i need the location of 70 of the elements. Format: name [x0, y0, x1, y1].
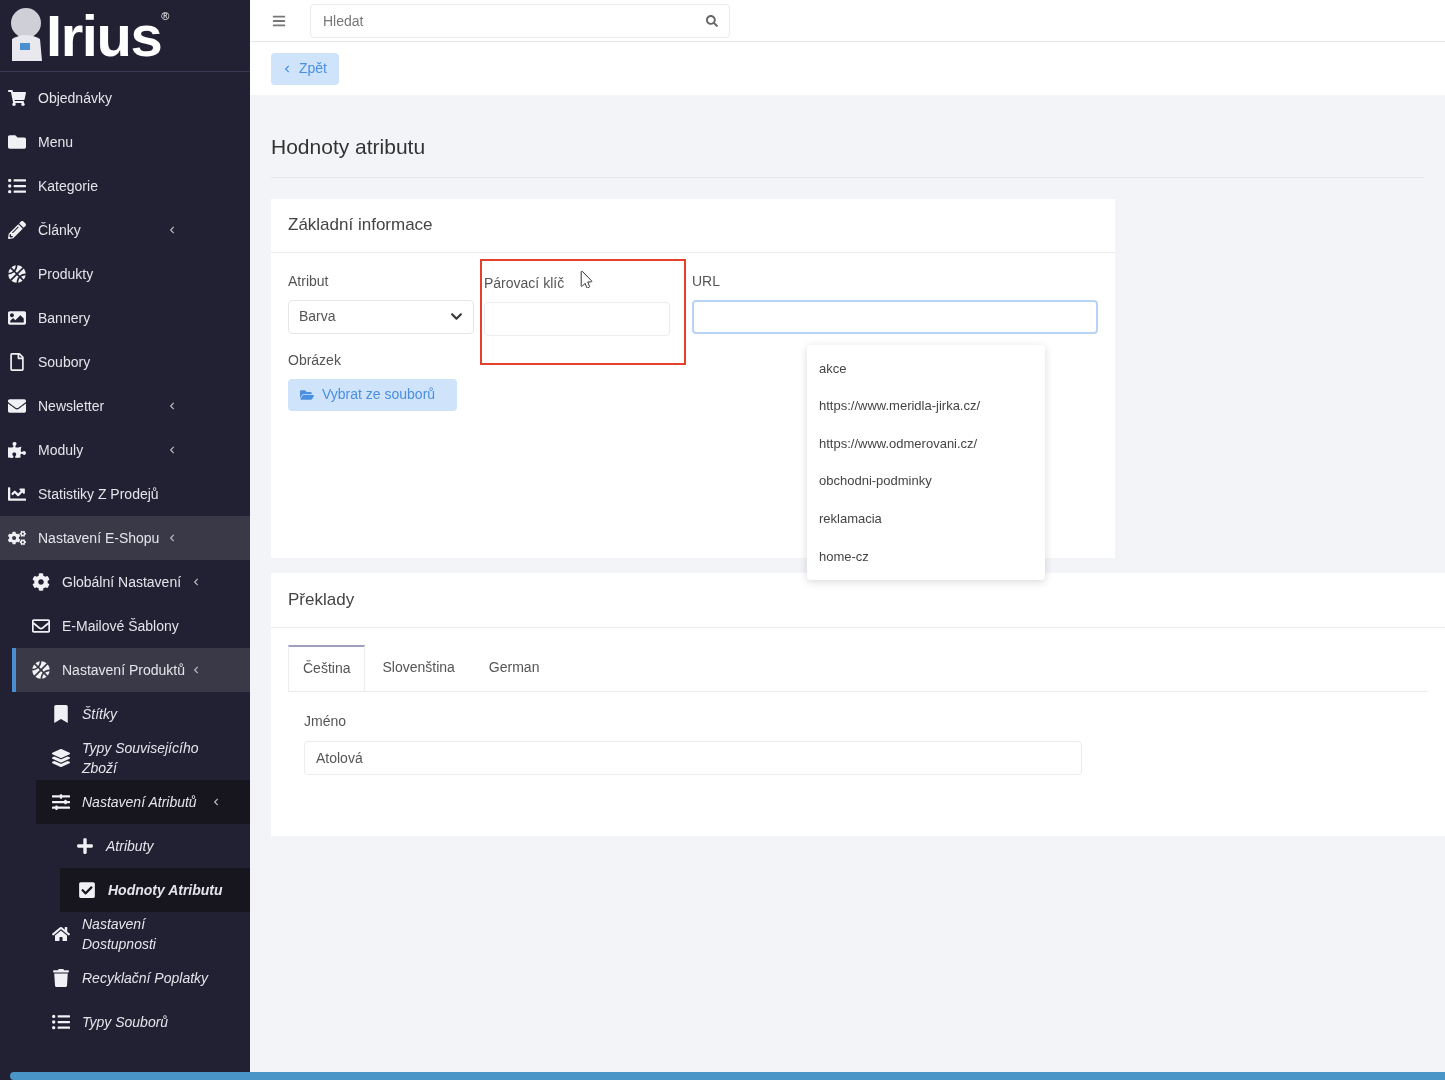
suggestion-item[interactable]: https://www.odmerovani.cz/: [807, 424, 1045, 463]
list-icon: [52, 1013, 70, 1031]
sidebar-item[interactable]: Soubory: [0, 340, 250, 384]
envelope-icon: [32, 617, 50, 635]
logo[interactable]: Irius®: [0, 0, 250, 72]
sidebar-item[interactable]: Typy Souborů: [0, 1000, 250, 1044]
envelope-icon: [8, 397, 26, 415]
sidebar-item[interactable]: Newsletter: [0, 384, 250, 428]
sidebar-item[interactable]: Kategorie: [0, 164, 250, 208]
image-icon: [8, 309, 26, 327]
sidebar-item[interactable]: Produkty: [0, 252, 250, 296]
bookmark-icon: [52, 705, 70, 723]
suggestion-item[interactable]: reklamacia: [807, 499, 1045, 538]
sidebar-item[interactable]: Menu: [0, 120, 250, 164]
cart-icon: [8, 89, 26, 107]
checkbox-icon: [78, 881, 96, 899]
suggestion-item[interactable]: obchodni-podminky: [807, 462, 1045, 500]
layers-icon: [52, 749, 70, 767]
plus-icon: [76, 837, 94, 855]
chevron-icon: [283, 64, 291, 73]
field-label: Párovací klíč: [484, 273, 565, 293]
gears-icon: [8, 529, 26, 547]
attribute-select[interactable]: Barva: [288, 299, 474, 334]
sidebar-item[interactable]: Typy Souvisejícího Zboží: [0, 736, 250, 780]
sliders-icon: [52, 793, 70, 811]
name-field[interactable]: Atolová: [304, 740, 1082, 775]
sidebar-item[interactable]: Statistiky Z Prodejů: [0, 472, 250, 516]
sidebar-item[interactable]: Štítky: [0, 692, 250, 736]
house-icon: [52, 925, 70, 943]
sidebar-item[interactable]: Nastavení Dostupnosti: [0, 912, 250, 956]
page-title: Hodnoty atributu: [271, 95, 1424, 178]
chart-icon: [8, 485, 26, 503]
sidebar-item[interactable]: Globální Nastavení: [0, 560, 250, 604]
sidebar-item[interactable]: E-Mailové Šablony: [0, 604, 250, 648]
file-icon: [8, 353, 26, 371]
sidebar-item[interactable]: Recyklační Poplatky: [0, 956, 250, 1000]
scrollbar[interactable]: [10, 1072, 1445, 1080]
menu-icon[interactable]: [272, 13, 286, 28]
suggestion-item[interactable]: https://www.meridla-jirka.cz/: [807, 387, 1045, 425]
field-label: Atribut: [288, 271, 330, 291]
url-field[interactable]: [692, 299, 1098, 334]
list-icon: [8, 177, 26, 195]
search-field[interactable]: Hledat: [310, 3, 730, 38]
folder-icon: [8, 133, 26, 151]
cursor-icon: [580, 270, 593, 288]
sidebar-item[interactable]: Objednávky: [0, 76, 250, 120]
card-title: Základní informace: [271, 198, 1115, 253]
chevron-icon: [450, 310, 463, 323]
field-label: Obrázek: [288, 350, 342, 370]
settings-icon: [32, 573, 50, 591]
sidebar-item[interactable]: Nastavení Produktů: [12, 648, 250, 692]
puzzle-icon: [8, 441, 26, 459]
pencil-icon: [8, 221, 26, 239]
trash-icon: [52, 969, 70, 987]
field-label: Jméno: [304, 712, 347, 729]
suggestion-item[interactable]: akce: [807, 349, 1045, 388]
sidebar-item[interactable]: Články: [0, 208, 250, 252]
sidebar-item[interactable]: Hodnoty Atributu: [60, 868, 250, 912]
folder-icon: [300, 387, 314, 402]
search-icon[interactable]: [706, 14, 718, 27]
sidebar-item[interactable]: Bannery: [0, 296, 250, 340]
sidebar-item[interactable]: Nastavení E-Shopu: [0, 516, 250, 560]
language-tab[interactable]: German: [471, 644, 557, 691]
sidebar-item[interactable]: Atributy: [0, 824, 250, 868]
card-title: Překlady: [271, 572, 1445, 628]
language-tab[interactable]: Čeština: [288, 644, 366, 691]
sidebar-item[interactable]: Moduly: [0, 428, 250, 472]
field-label: URL: [692, 271, 721, 291]
language-tab[interactable]: Slovenština: [365, 644, 472, 691]
sidebar-item[interactable]: Nastavení Atributů: [36, 780, 250, 824]
